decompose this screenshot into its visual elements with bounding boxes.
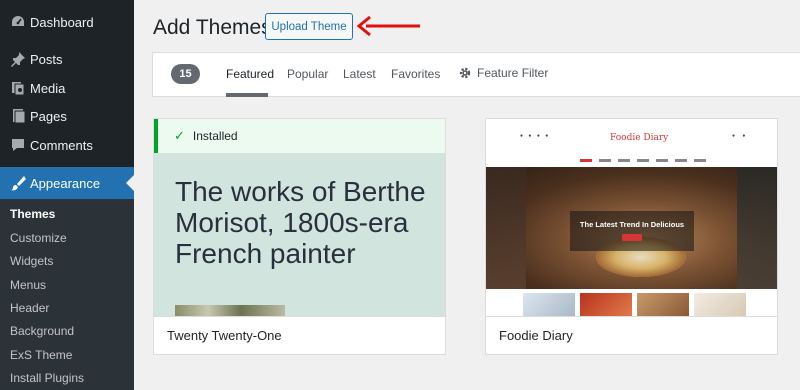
- sidebar-item-pages[interactable]: Pages: [0, 102, 134, 130]
- sidebar-item-dashboard[interactable]: Dashboard: [0, 8, 134, 36]
- sidebar-item-media[interactable]: Media: [0, 74, 134, 102]
- upload-theme-button[interactable]: Upload Theme: [265, 13, 353, 40]
- tab-popular[interactable]: Popular: [287, 67, 328, 81]
- admin-sidebar: Dashboard Posts Media Pages Comments App…: [0, 0, 134, 390]
- preview-nav: [580, 159, 706, 165]
- sidebar-item-appearance[interactable]: Appearance: [0, 167, 134, 199]
- submenu-item-widgets[interactable]: Widgets: [10, 254, 53, 268]
- page-title: Add Themes: [153, 16, 272, 39]
- theme-card-foodie-diary[interactable]: ● ● ● ● Foodie Diary ● ● The Latest Tren…: [485, 118, 778, 355]
- active-indicator: [126, 175, 134, 191]
- gear-icon: [459, 67, 471, 79]
- preview-image-strip: [175, 305, 285, 316]
- annotation-arrow-icon: [356, 15, 420, 37]
- active-tab-indicator: [226, 93, 268, 97]
- theme-preview-text: The works of Berthe Morisot, 1800s-era F…: [175, 176, 426, 269]
- feature-filter-button[interactable]: Feature Filter: [459, 66, 548, 80]
- media-icon: [8, 80, 28, 96]
- theme-count-badge: 15: [171, 64, 200, 84]
- preview-logo-text: Foodie Diary: [610, 133, 669, 143]
- appearance-submenu: Themes Customize Widgets Menus Header Ba…: [0, 199, 134, 390]
- sidebar-item-comments[interactable]: Comments: [0, 131, 134, 159]
- preview-hero-overlay: [570, 211, 694, 251]
- checkmark-icon: ✓: [174, 128, 185, 143]
- theme-card-twenty-twenty-one[interactable]: ✓ Installed The works of Berthe Morisot,…: [153, 118, 446, 355]
- submenu-item-menus[interactable]: Menus: [10, 278, 46, 292]
- sidebar-item-label: Posts: [30, 51, 63, 67]
- social-icons: ● ● ● ●: [520, 133, 551, 139]
- sidebar-item-label: Media: [30, 80, 66, 96]
- sidebar-item-label: Dashboard: [30, 14, 94, 30]
- sidebar-item-label: Comments: [30, 137, 93, 153]
- search-cart-icons: ● ●: [732, 133, 749, 139]
- preview-logo: Foodie Diary: [610, 133, 668, 143]
- preview-hero-button: [622, 234, 642, 241]
- pushpin-icon: [8, 51, 28, 67]
- theme-name: Foodie Diary: [486, 316, 777, 354]
- installed-notice: ✓ Installed: [154, 119, 445, 153]
- installed-label: Installed: [192, 129, 238, 143]
- submenu-item-themes[interactable]: Themes: [10, 207, 55, 221]
- preview-thumbnails: [523, 293, 746, 316]
- preview-hero-title: The Latest Trend In Delicious: [579, 220, 685, 229]
- theme-name: Twenty Twenty-One: [154, 316, 445, 354]
- submenu-item-install-plugins[interactable]: Install Plugins: [10, 371, 84, 385]
- sidebar-item-label: Pages: [30, 108, 67, 124]
- pages-icon: [8, 108, 28, 124]
- theme-screenshot[interactable]: ● ● ● ● Foodie Diary ● ● The Latest Tren…: [486, 119, 777, 316]
- dashboard-icon: [8, 14, 28, 30]
- submenu-item-background[interactable]: Background: [10, 324, 74, 338]
- theme-filter-bar: 15 Featured Popular Latest Favorites Fea…: [152, 52, 800, 97]
- theme-screenshot[interactable]: ✓ Installed The works of Berthe Morisot,…: [154, 119, 445, 316]
- feature-filter-label: Feature Filter: [477, 66, 549, 80]
- tab-latest[interactable]: Latest: [343, 67, 376, 81]
- submenu-item-customize[interactable]: Customize: [10, 231, 67, 245]
- submenu-item-header[interactable]: Header: [10, 301, 49, 315]
- paintbrush-icon: [8, 175, 28, 191]
- submenu-item-exs-theme[interactable]: ExS Theme: [10, 348, 72, 362]
- sidebar-item-posts[interactable]: Posts: [0, 45, 134, 73]
- tab-favorites[interactable]: Favorites: [391, 67, 440, 81]
- comment-icon: [8, 137, 28, 153]
- tab-featured[interactable]: Featured: [226, 67, 274, 81]
- preview-slide-left: [486, 167, 526, 289]
- sidebar-item-label: Appearance: [30, 175, 101, 191]
- preview-slide-right: [737, 167, 777, 289]
